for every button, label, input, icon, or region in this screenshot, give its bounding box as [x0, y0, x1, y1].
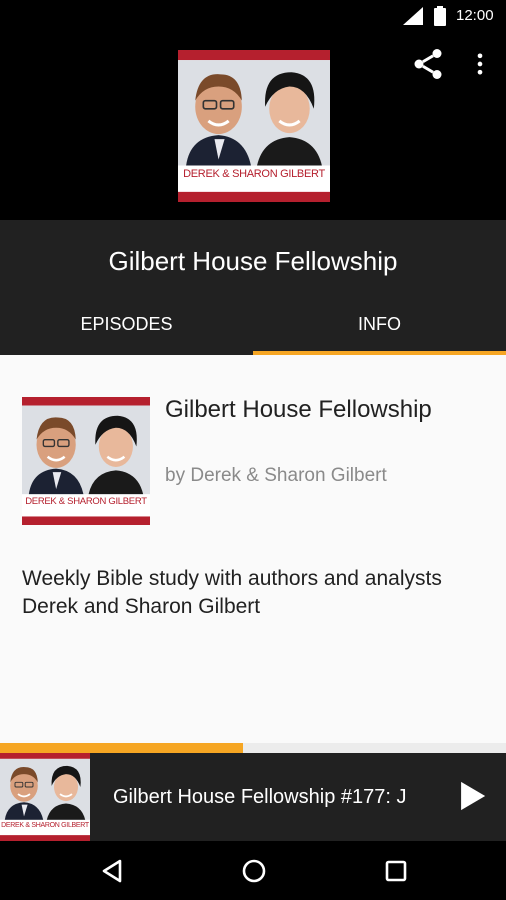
podcast-cover-art: DEREK & SHARON GILBERT: [178, 50, 330, 202]
title-band: Gilbert House Fellowship EPISODES INFO: [0, 220, 506, 355]
info-panel: DEREK & SHARON GILBERT Gilbert House Fel…: [0, 355, 506, 743]
share-icon[interactable]: [410, 46, 446, 82]
play-icon[interactable]: [454, 779, 488, 813]
podcast-header: DEREK & SHARON GILBERT: [0, 32, 506, 220]
system-nav-bar: [0, 841, 506, 900]
info-cover-caption: DEREK & SHARON GILBERT: [25, 496, 147, 507]
back-icon[interactable]: [96, 855, 128, 887]
battery-icon: [434, 6, 446, 26]
cover-caption: DEREK & SHARON GILBERT: [183, 168, 325, 180]
status-bar: 12:00: [0, 0, 506, 32]
tab-episodes[interactable]: EPISODES: [0, 300, 253, 355]
info-title: Gilbert House Fellowship: [165, 396, 432, 423]
cell-signal-icon: [403, 7, 423, 25]
player-cover-art: DEREK & SHARON GILBERT: [0, 753, 90, 841]
recents-icon[interactable]: [380, 855, 412, 887]
player-cover-caption: DEREK & SHARON GILBERT: [1, 822, 89, 829]
now-playing-title[interactable]: Gilbert House Fellowship #177: J: [113, 783, 443, 811]
mini-player[interactable]: DEREK & SHARON GILBERT Gilbert House Fel…: [0, 753, 506, 841]
tab-info[interactable]: INFO: [253, 300, 506, 355]
info-author: by Derek & Sharon Gilbert: [165, 465, 387, 486]
home-icon[interactable]: [238, 855, 270, 887]
info-cover-art: DEREK & SHARON GILBERT: [22, 397, 150, 525]
status-time: 12:00: [456, 7, 494, 24]
more-vert-icon[interactable]: [466, 46, 494, 82]
info-description: Weekly Bible study with authors and anal…: [22, 567, 442, 618]
show-title: Gilbert House Fellowship: [108, 246, 398, 276]
playback-progress-fill: [0, 743, 243, 753]
playback-progress[interactable]: [0, 743, 506, 753]
